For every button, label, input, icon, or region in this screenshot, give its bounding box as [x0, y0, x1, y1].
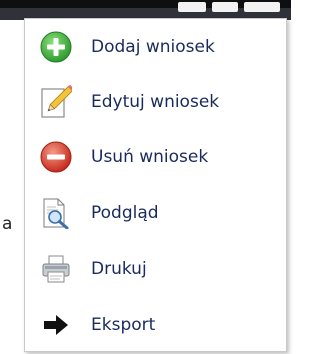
background-blur-text [212, 2, 238, 12]
menu-item-label: Usuń wniosek [91, 147, 209, 167]
add-icon [36, 27, 76, 67]
menu-item-label: Eksport [91, 315, 156, 335]
menu-item-label: Edytuj wniosek [91, 92, 220, 112]
menu-item-label: Dodaj wniosek [91, 37, 215, 57]
menu-item-export[interactable]: Eksport [25, 299, 286, 351]
menu-item-add[interactable]: Dodaj wniosek [25, 21, 286, 73]
background-blur-text [178, 2, 206, 12]
menu-item-label: Podgląd [91, 203, 159, 223]
menu-item-preview[interactable]: Podgląd [25, 187, 286, 239]
background-blur-text [244, 2, 280, 12]
background-panel [0, 20, 24, 354]
printer-icon [36, 249, 76, 289]
remove-icon [36, 137, 76, 177]
arrow-right-icon [36, 305, 76, 345]
menu-item-delete[interactable]: Usuń wniosek [25, 131, 286, 183]
menu-item-label: Drukuj [91, 259, 147, 279]
background-toolbar [0, 0, 291, 20]
preview-icon [36, 193, 76, 233]
background-partial-text: a [2, 214, 13, 234]
context-menu: Dodaj wniosek Edytuj wniosek Usuń wniose… [24, 18, 287, 352]
pencil-icon [36, 82, 76, 122]
menu-item-edit[interactable]: Edytuj wniosek [25, 76, 286, 128]
menu-item-print[interactable]: Drukuj [25, 243, 286, 295]
